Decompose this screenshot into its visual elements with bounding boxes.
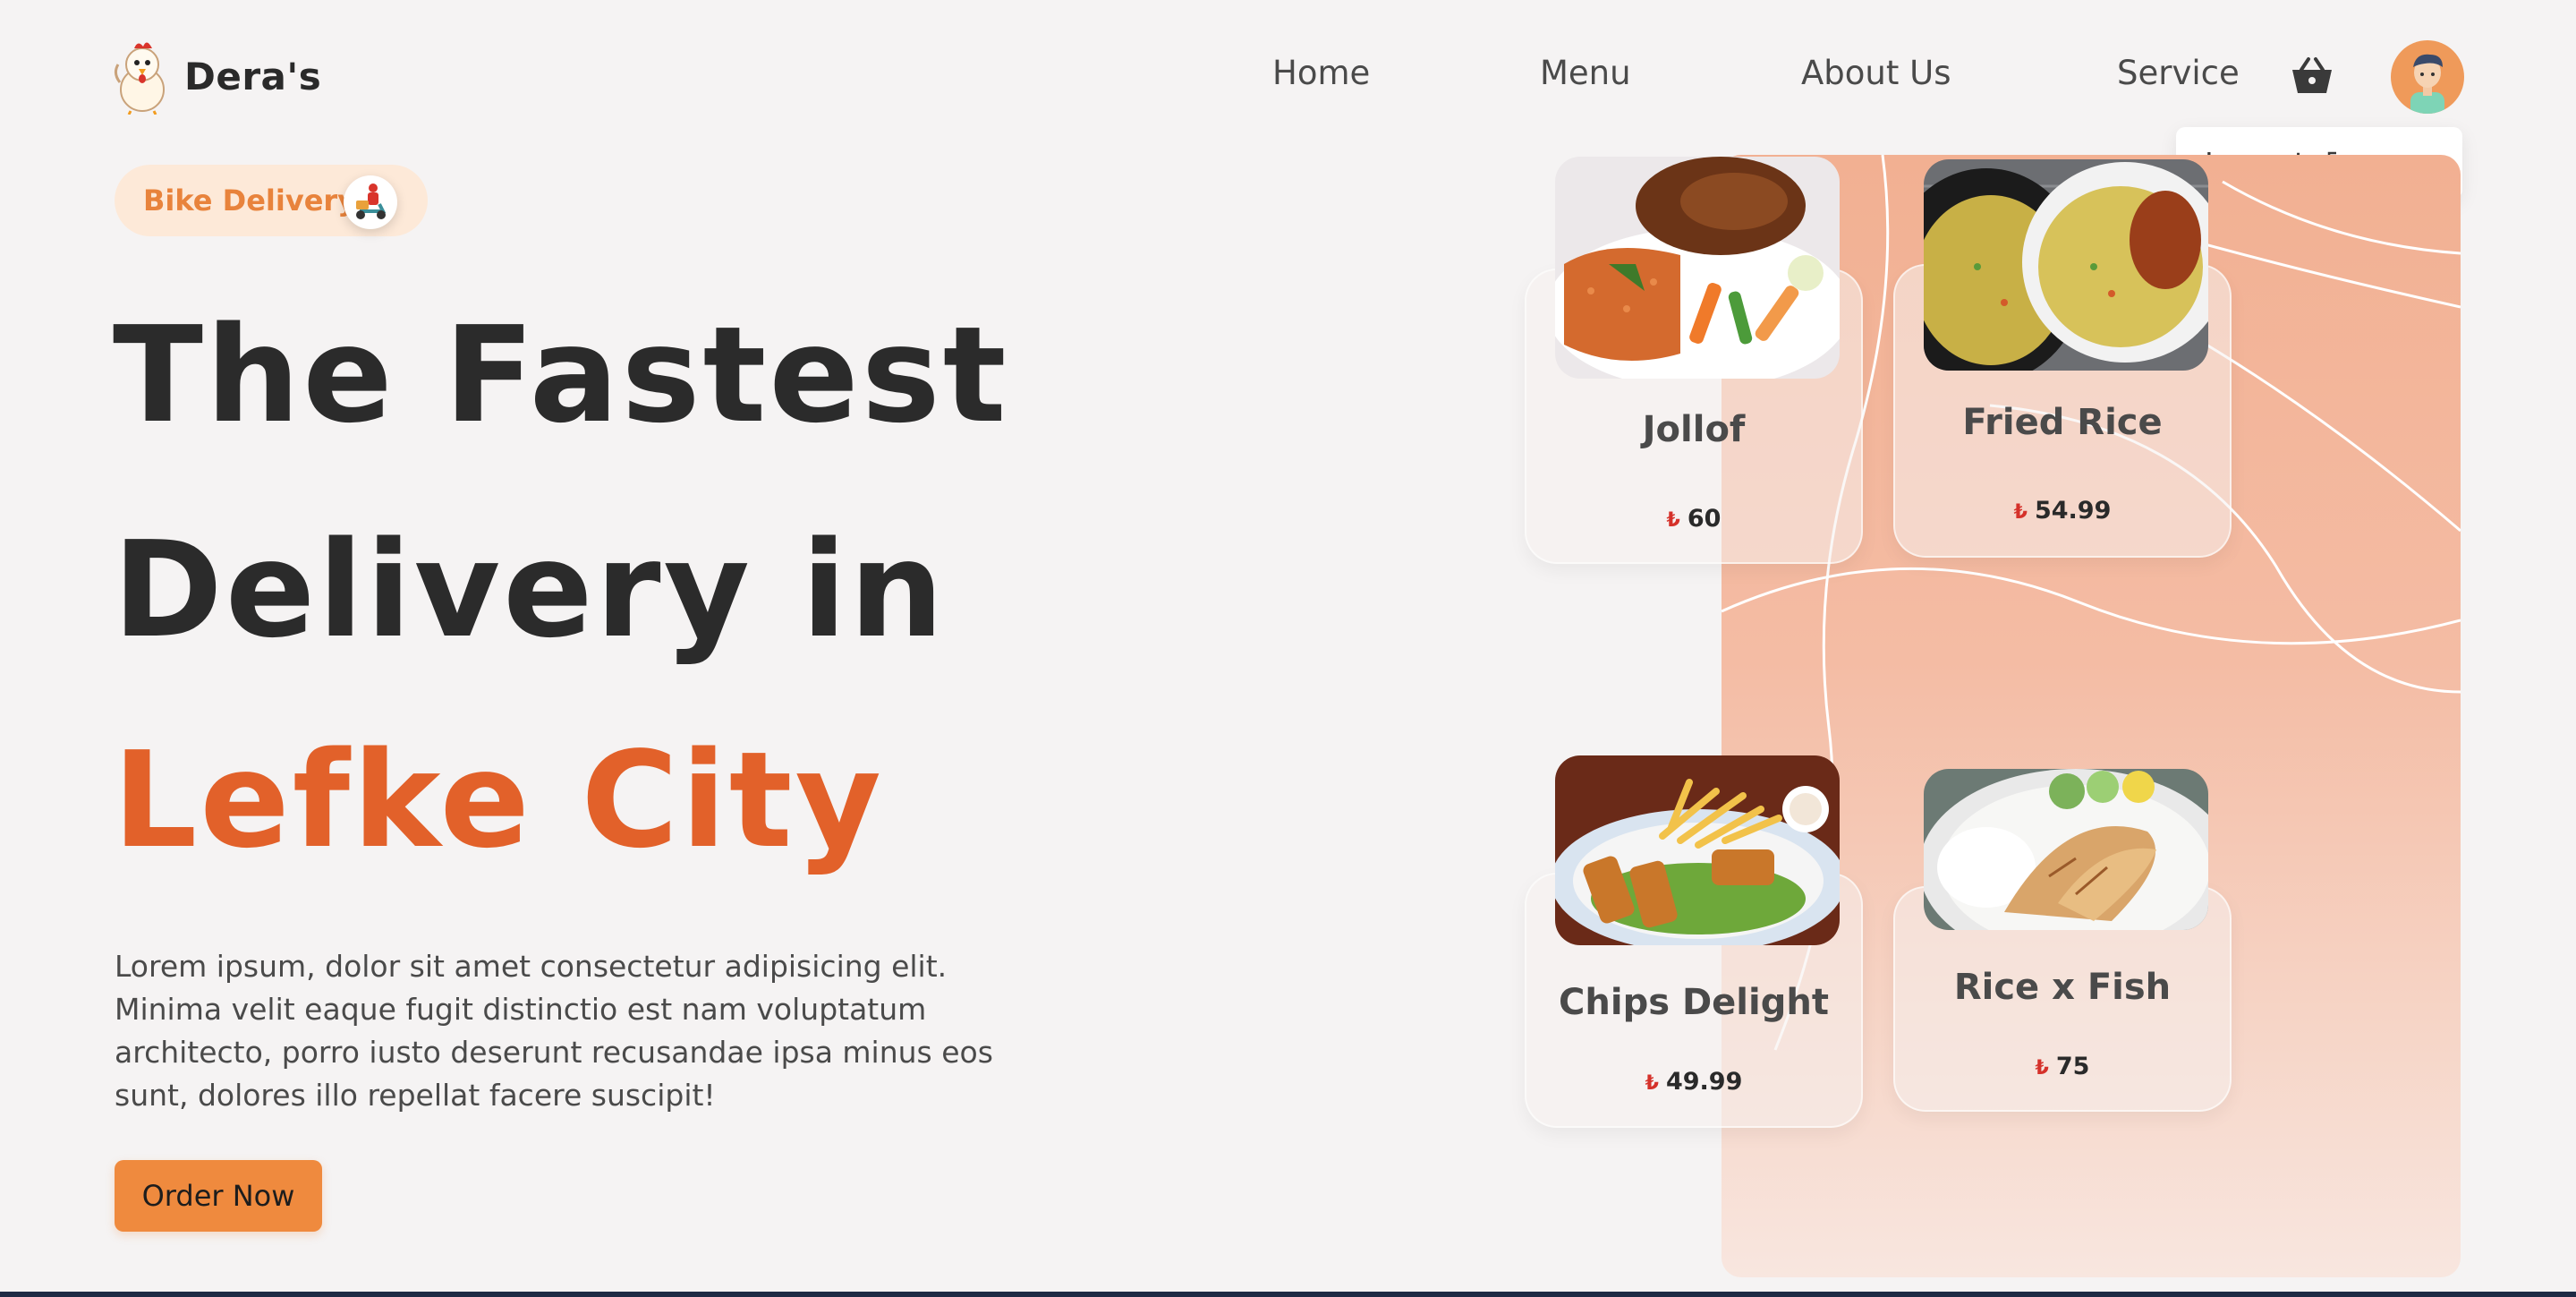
price-value: 49.99 <box>1665 1068 1743 1096</box>
headline-line-1: The Fastest <box>113 298 1009 452</box>
food-card-chips-delight[interactable]: Chips Delight ₺ 49.99 <box>1525 755 1863 1128</box>
food-name: Rice x Fish <box>1953 967 2172 1008</box>
nav-about-us[interactable]: About Us <box>1801 54 1951 92</box>
user-avatar-icon[interactable] <box>2391 40 2464 114</box>
hero-description: Lorem ipsum, dolor sit amet consectetur … <box>115 949 993 1113</box>
headline-line-3: Lefke City <box>113 723 884 877</box>
food-price: ₺ 49.99 <box>1526 1068 1861 1096</box>
food-price: ₺ 54.99 <box>1895 497 2230 525</box>
food-price: ₺ 60 <box>1526 505 1861 533</box>
brand-name: Dera's <box>184 54 322 98</box>
nav-menu[interactable]: Menu <box>1540 54 1631 92</box>
jollof-image <box>1555 157 1840 379</box>
avatar-illustration <box>2410 54 2444 114</box>
price-value: 54.99 <box>2034 497 2112 525</box>
headline-line-2: Delivery in <box>113 513 947 667</box>
order-now-button[interactable]: Order Now <box>115 1160 322 1232</box>
currency-symbol: ₺ <box>2035 1057 2049 1079</box>
food-name: Chips Delight <box>1559 982 1829 1023</box>
brand-logo[interactable]: Dera's <box>111 38 321 115</box>
basket-icon[interactable] <box>2289 55 2335 97</box>
price-value: 75 <box>2055 1053 2090 1080</box>
currency-symbol: ₺ <box>1645 1072 1659 1095</box>
food-name: Fried Rice <box>1962 402 2163 443</box>
food-name: Jollof <box>1642 409 1746 450</box>
price-value: 60 <box>1687 505 1722 533</box>
window-bottom-edge <box>0 1292 2576 1297</box>
currency-symbol: ₺ <box>2013 501 2028 524</box>
chicken-logo-icon <box>114 42 165 115</box>
food-price: ₺ 75 <box>1895 1053 2230 1080</box>
delivery-badge-label: Bike Delivery <box>143 183 357 218</box>
nav-home[interactable]: Home <box>1272 54 1370 92</box>
currency-symbol: ₺ <box>1666 509 1680 532</box>
food-card-jollof[interactable]: Jollof ₺ 60 <box>1525 157 1863 564</box>
rice-x-fish-image <box>1924 769 2208 930</box>
fried-rice-image <box>1924 159 2208 371</box>
header: Dera's Home Menu About Us Service Logout <box>0 0 2576 199</box>
chips-delight-image <box>1555 755 1840 945</box>
scooter-icon <box>344 175 397 229</box>
food-card-fried-rice[interactable]: Fried Rice ₺ 54.99 <box>1893 159 2232 558</box>
nav-service[interactable]: Service <box>2117 54 2240 92</box>
delivery-badge: Bike Delivery <box>115 165 428 236</box>
food-card-rice-x-fish[interactable]: Rice x Fish ₺ 75 <box>1893 769 2232 1112</box>
